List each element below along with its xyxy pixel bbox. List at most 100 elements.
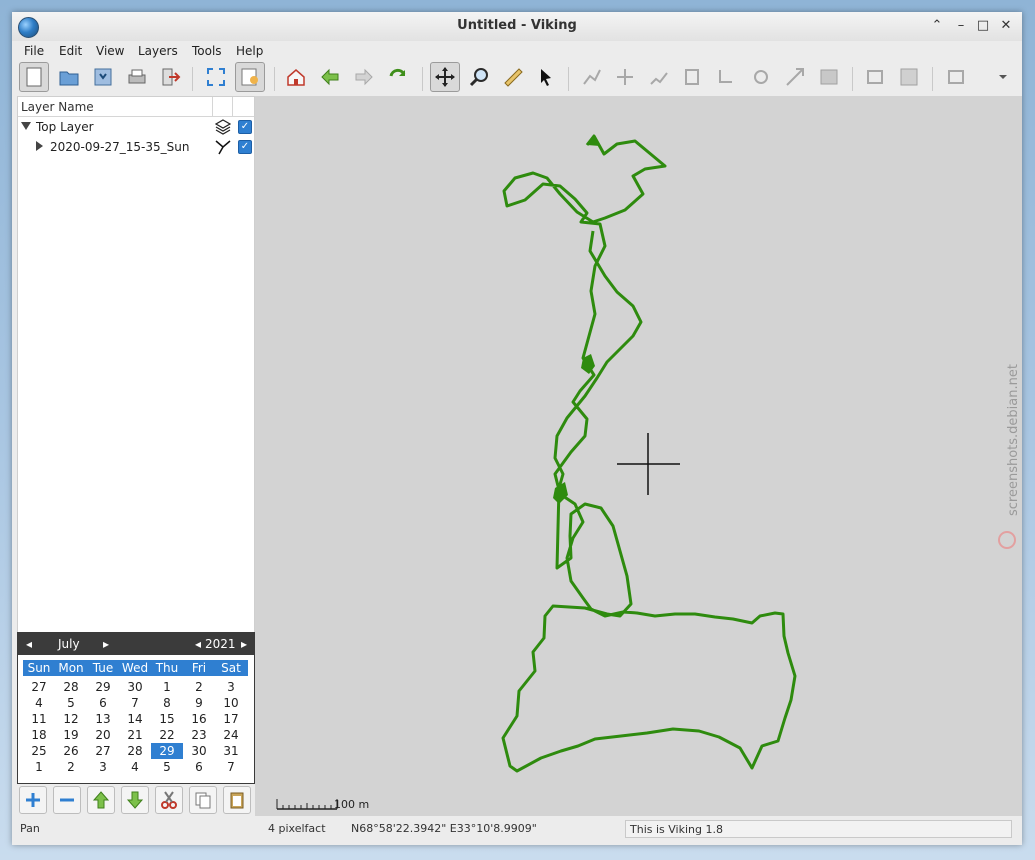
- calendar-day[interactable]: 31: [215, 743, 247, 759]
- calendar-day[interactable]: 30: [119, 679, 151, 695]
- calendar-day[interactable]: 22: [151, 727, 183, 743]
- calendar-day[interactable]: 24: [215, 727, 247, 743]
- fullscreen-button[interactable]: [201, 62, 231, 92]
- calendar-day[interactable]: 25: [23, 743, 55, 759]
- menu-file[interactable]: File: [24, 44, 44, 58]
- trw-tool-1-button[interactable]: [577, 62, 607, 92]
- calendar-day[interactable]: 1: [151, 679, 183, 695]
- add-layer-button[interactable]: [19, 786, 47, 814]
- georef-tool-button[interactable]: [894, 62, 924, 92]
- open-button[interactable]: [54, 62, 84, 92]
- trw-tool-2-button[interactable]: [610, 62, 640, 92]
- cut-layer-button[interactable]: [155, 786, 183, 814]
- calendar-day[interactable]: 9: [183, 695, 215, 711]
- trw-tool-5-button[interactable]: [712, 62, 742, 92]
- move-layer-down-button[interactable]: [121, 786, 149, 814]
- next-month-icon[interactable]: ▸: [103, 637, 109, 651]
- copy-layer-button[interactable]: [189, 786, 217, 814]
- calendar-day[interactable]: 15: [151, 711, 183, 727]
- menu-help[interactable]: Help: [236, 44, 263, 58]
- calendar-day[interactable]: 11: [23, 711, 55, 727]
- prev-year-icon[interactable]: ◂: [195, 637, 201, 651]
- calendar-day[interactable]: 2: [55, 759, 87, 775]
- calendar-day[interactable]: 20: [87, 727, 119, 743]
- calendar-day[interactable]: 28: [119, 743, 151, 759]
- calendar-day[interactable]: 4: [23, 695, 55, 711]
- calendar-day[interactable]: 3: [215, 679, 247, 695]
- calendar-day[interactable]: 4: [119, 759, 151, 775]
- refresh-button[interactable]: [383, 62, 413, 92]
- calendar-day[interactable]: 7: [119, 695, 151, 711]
- layer-row-track[interactable]: 2020-09-27_15-35_Sun ✓: [18, 137, 254, 157]
- calendar-day[interactable]: 26: [55, 743, 87, 759]
- forward-button[interactable]: [349, 62, 379, 92]
- menu-edit[interactable]: Edit: [59, 44, 82, 58]
- calendar-day[interactable]: 5: [151, 759, 183, 775]
- layer-name-column[interactable]: Layer Name: [21, 100, 94, 114]
- layer-row-top-layer[interactable]: Top Layer ✓: [18, 117, 254, 137]
- paste-layer-button[interactable]: [223, 786, 251, 814]
- expander-open-icon[interactable]: [21, 122, 31, 130]
- remove-layer-button[interactable]: [53, 786, 81, 814]
- next-year-icon[interactable]: ▸: [241, 637, 247, 651]
- layer-visible-checkbox[interactable]: ✓: [238, 140, 252, 154]
- window-shade-icon[interactable]: ⌃: [928, 17, 946, 35]
- trw-tool-7-button[interactable]: [780, 62, 810, 92]
- calendar-day[interactable]: 8: [151, 695, 183, 711]
- calendar-day[interactable]: 3: [87, 759, 119, 775]
- calendar-day[interactable]: 1: [23, 759, 55, 775]
- calendar-day[interactable]: 6: [87, 695, 119, 711]
- ruler-tool-button[interactable]: [498, 62, 528, 92]
- map-viewport[interactable]: screenshots.debian.net 100 m: [255, 96, 1022, 816]
- calendar-day[interactable]: 29: [151, 743, 183, 759]
- side-panel-button[interactable]: [235, 62, 265, 92]
- menu-tools[interactable]: Tools: [192, 44, 222, 58]
- calendar-day[interactable]: 27: [87, 743, 119, 759]
- trw-tool-3-button[interactable]: [644, 62, 674, 92]
- toolbar-overflow-button[interactable]: [988, 62, 1018, 92]
- dem-tool-button[interactable]: [860, 62, 890, 92]
- move-layer-up-button[interactable]: [87, 786, 115, 814]
- calendar-day[interactable]: 19: [55, 727, 87, 743]
- prev-month-icon[interactable]: ◂: [26, 637, 32, 651]
- menu-view[interactable]: View: [96, 44, 124, 58]
- close-button[interactable]: ✕: [997, 17, 1015, 35]
- calendar-day[interactable]: 14: [119, 711, 151, 727]
- calendar-day[interactable]: 29: [87, 679, 119, 695]
- exit-button[interactable]: [155, 62, 185, 92]
- new-file-button[interactable]: [19, 62, 49, 92]
- calendar-day[interactable]: 17: [215, 711, 247, 727]
- calendar-day[interactable]: 6: [183, 759, 215, 775]
- menu-layers[interactable]: Layers: [138, 44, 178, 58]
- home-button[interactable]: [281, 62, 311, 92]
- pan-tool-button[interactable]: [430, 62, 460, 92]
- layer-visible-checkbox[interactable]: ✓: [238, 120, 252, 134]
- save-button[interactable]: [88, 62, 118, 92]
- calendar-day[interactable]: 18: [23, 727, 55, 743]
- select-tool-button[interactable]: [531, 62, 561, 92]
- minimize-button[interactable]: –: [952, 17, 970, 35]
- print-button[interactable]: [122, 62, 152, 92]
- maximize-button[interactable]: □: [974, 17, 992, 35]
- calendar-day[interactable]: 23: [183, 727, 215, 743]
- calendar-day[interactable]: 5: [55, 695, 87, 711]
- calendar-day[interactable]: 12: [55, 711, 87, 727]
- trw-tool-4-button[interactable]: [678, 62, 708, 92]
- calendar-day[interactable]: 21: [119, 727, 151, 743]
- calendar-day[interactable]: 7: [215, 759, 247, 775]
- trw-tool-8-button[interactable]: [814, 62, 844, 92]
- back-button[interactable]: [315, 62, 345, 92]
- gps-track: [501, 134, 797, 773]
- mapnik-tool-button[interactable]: [941, 62, 971, 92]
- calendar-day[interactable]: 27: [23, 679, 55, 695]
- expander-closed-icon[interactable]: [36, 141, 43, 151]
- calendar-day[interactable]: 13: [87, 711, 119, 727]
- route-new-icon: [685, 69, 699, 85]
- calendar-day[interactable]: 2: [183, 679, 215, 695]
- calendar-day[interactable]: 30: [183, 743, 215, 759]
- calendar-day[interactable]: 28: [55, 679, 87, 695]
- trw-tool-6-button[interactable]: [746, 62, 776, 92]
- zoom-tool-button[interactable]: [464, 62, 494, 92]
- calendar-day[interactable]: 16: [183, 711, 215, 727]
- calendar-day[interactable]: 10: [215, 695, 247, 711]
